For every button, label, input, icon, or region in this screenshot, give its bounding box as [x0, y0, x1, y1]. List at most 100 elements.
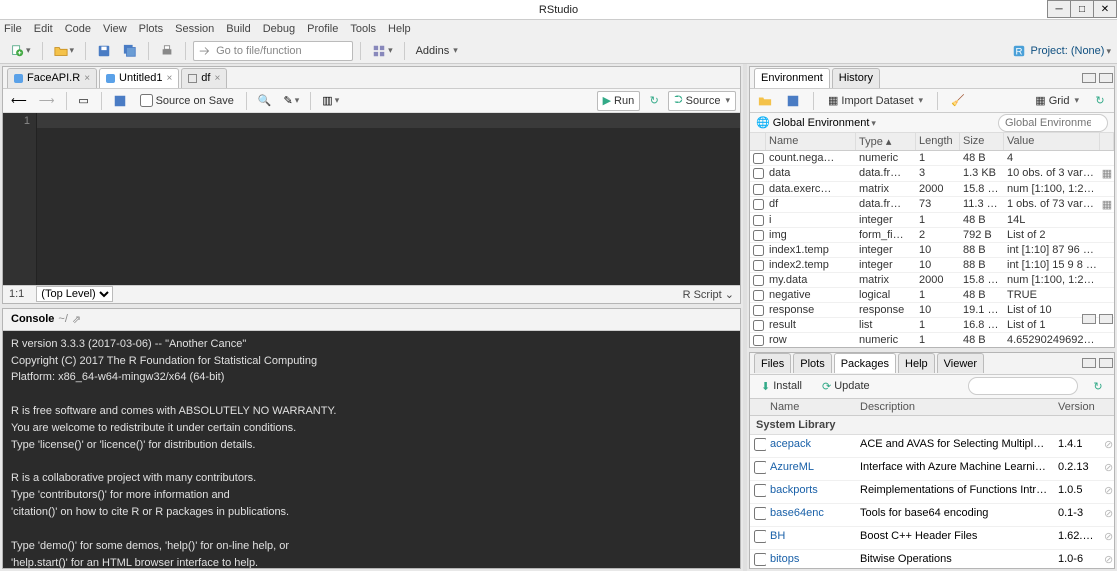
remove-package-icon[interactable]: ⊘: [1100, 458, 1114, 480]
package-checkbox[interactable]: [754, 553, 766, 566]
run-button[interactable]: ▶Run: [597, 91, 641, 111]
update-button[interactable]: ⟳Update: [817, 376, 875, 396]
back-button[interactable]: ⟵: [7, 91, 31, 111]
scope-selector[interactable]: (Top Level): [36, 286, 113, 302]
close-icon[interactable]: ×: [84, 73, 90, 84]
col-name[interactable]: Name: [766, 133, 856, 150]
remove-package-icon[interactable]: ⊘: [1100, 481, 1114, 503]
row-checkbox[interactable]: [753, 305, 764, 316]
save-all-button[interactable]: [119, 41, 141, 61]
col-size[interactable]: Size: [960, 133, 1004, 150]
row-checkbox[interactable]: [753, 335, 764, 346]
env-row[interactable]: result list 1 16.8 … List of 1: [750, 318, 1114, 333]
menu-code[interactable]: Code: [65, 23, 91, 35]
save-source-button[interactable]: [109, 91, 131, 111]
forward-button[interactable]: ⟶: [35, 91, 59, 111]
tab-history[interactable]: History: [832, 68, 880, 88]
env-row[interactable]: index2.temp integer 10 88 B int [1:10] 1…: [750, 258, 1114, 273]
remove-package-icon[interactable]: ⊘: [1100, 527, 1114, 549]
row-checkbox[interactable]: [753, 230, 764, 241]
env-row[interactable]: response response 10 19.1 … List of 10: [750, 303, 1114, 318]
package-name[interactable]: backports: [766, 481, 856, 503]
row-checkbox[interactable]: [753, 275, 764, 286]
menu-profile[interactable]: Profile: [307, 23, 338, 35]
row-checkbox[interactable]: [753, 199, 764, 210]
language-indicator[interactable]: R Script ⌄: [683, 288, 734, 301]
console-wd-popout-icon[interactable]: ⇗: [72, 313, 81, 326]
remove-package-icon[interactable]: ⊘: [1100, 504, 1114, 526]
menu-session[interactable]: Session: [175, 23, 214, 35]
package-name[interactable]: acepack: [766, 435, 856, 457]
import-dataset-button[interactable]: ▦Import Dataset: [823, 91, 928, 111]
remove-package-icon[interactable]: ⊘: [1100, 550, 1114, 568]
env-row[interactable]: count.nega… numeric 1 48 B 4: [750, 151, 1114, 166]
package-checkbox[interactable]: [754, 530, 766, 543]
tab-packages[interactable]: Packages: [834, 353, 896, 373]
col-value[interactable]: Value: [1004, 133, 1100, 150]
source-button[interactable]: ⮊Source: [668, 91, 736, 111]
close-icon[interactable]: ×: [166, 73, 172, 84]
maximize-pane-icon[interactable]: [1099, 314, 1113, 324]
menu-plots[interactable]: Plots: [139, 23, 163, 35]
window-maximize-button[interactable]: □: [1070, 0, 1094, 18]
package-checkbox[interactable]: [754, 438, 766, 451]
save-workspace-button[interactable]: [782, 91, 804, 111]
tab-environment[interactable]: Environment: [754, 68, 830, 88]
open-file-button[interactable]: [50, 41, 79, 61]
load-workspace-button[interactable]: [754, 91, 776, 111]
close-icon[interactable]: ×: [214, 73, 220, 84]
row-checkbox[interactable]: [753, 184, 764, 195]
menu-view[interactable]: View: [103, 23, 127, 35]
new-file-button[interactable]: [6, 41, 35, 61]
env-row[interactable]: index1.temp integer 10 88 B int [1:10] 8…: [750, 243, 1114, 258]
env-row[interactable]: i integer 1 48 B 14L: [750, 213, 1114, 228]
tab-df[interactable]: df×: [181, 68, 227, 88]
refresh-packages-button[interactable]: ↻: [1088, 376, 1108, 396]
col-type[interactable]: Type ▴: [856, 133, 916, 150]
package-checkbox[interactable]: [754, 461, 766, 474]
col-length[interactable]: Length: [916, 133, 960, 150]
tab-viewer[interactable]: Viewer: [937, 353, 984, 373]
env-row[interactable]: data data.fr… 3 1.3 KB 10 obs. of 3 var……: [750, 166, 1114, 182]
find-button[interactable]: 🔍: [254, 91, 276, 111]
env-row[interactable]: my.data matrix 2000 15.8 … num [1:100, 1…: [750, 273, 1114, 288]
install-button[interactable]: ⬇Install: [756, 376, 807, 396]
report-button[interactable]: ▥: [318, 91, 343, 111]
remove-package-icon[interactable]: ⊘: [1100, 435, 1114, 457]
menu-file[interactable]: File: [4, 23, 22, 35]
package-checkbox[interactable]: [754, 484, 766, 497]
window-minimize-button[interactable]: ─: [1047, 0, 1071, 18]
env-row[interactable]: negative logical 1 48 B TRUE: [750, 288, 1114, 303]
menu-help[interactable]: Help: [388, 23, 411, 35]
package-checkbox[interactable]: [754, 507, 766, 520]
inspect-icon[interactable]: ▦: [1100, 197, 1114, 212]
tab-untitled1[interactable]: Untitled1×: [99, 68, 179, 88]
package-name[interactable]: BH: [766, 527, 856, 549]
addins-menu[interactable]: Addins: [412, 41, 462, 61]
refresh-button[interactable]: ↻: [1090, 91, 1110, 111]
row-checkbox[interactable]: [753, 290, 764, 301]
env-row[interactable]: data.exerc… matrix 2000 15.8 … num [1:10…: [750, 182, 1114, 197]
show-in-new-window-button[interactable]: ▭: [74, 91, 94, 111]
maximize-pane-icon[interactable]: [1099, 358, 1113, 368]
row-checkbox[interactable]: [753, 260, 764, 271]
save-button[interactable]: [93, 41, 115, 61]
row-checkbox[interactable]: [753, 215, 764, 226]
tab-faceapi[interactable]: FaceAPI.R×: [7, 68, 97, 88]
view-mode-selector[interactable]: ▦Grid: [1030, 91, 1084, 111]
menu-tools[interactable]: Tools: [350, 23, 376, 35]
menu-edit[interactable]: Edit: [34, 23, 53, 35]
print-button[interactable]: [156, 41, 178, 61]
tab-help[interactable]: Help: [898, 353, 935, 373]
row-checkbox[interactable]: [753, 320, 764, 331]
maximize-pane-icon[interactable]: [1099, 73, 1113, 83]
clear-workspace-button[interactable]: 🧹: [947, 91, 969, 111]
window-close-button[interactable]: ✕: [1093, 0, 1117, 18]
minimize-pane-icon[interactable]: [1082, 314, 1096, 324]
env-row[interactable]: img form_fi… 2 792 B List of 2: [750, 228, 1114, 243]
wand-button[interactable]: ✎: [280, 91, 304, 111]
env-row[interactable]: row numeric 1 48 B 4.65290249692575: [750, 333, 1114, 347]
inspect-icon[interactable]: ▦: [1100, 166, 1114, 181]
go-to-file-input[interactable]: Go to file/function: [193, 41, 353, 61]
minimize-pane-icon[interactable]: [1082, 358, 1096, 368]
